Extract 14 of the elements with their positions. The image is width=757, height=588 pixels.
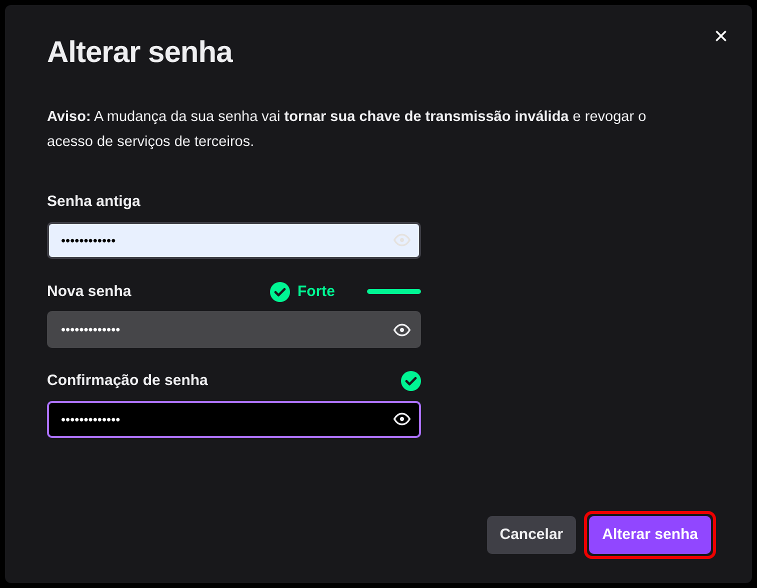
dialog-title: Alterar senha (47, 35, 234, 71)
password-field[interactable]: ••••••••••••• (47, 400, 421, 438)
eye-icon[interactable] (393, 410, 411, 428)
password-field[interactable]: •••••••••••• (47, 222, 421, 258)
close-button[interactable]: × (708, 23, 734, 51)
change-password-button[interactable]: Alterar senha (589, 516, 711, 554)
strength-text: Forte (298, 282, 335, 302)
field-label: Confirmação de senha (47, 371, 208, 391)
field-label: Senha antiga (47, 192, 140, 212)
eye-icon[interactable] (393, 320, 411, 338)
field-label: Nova senha (47, 282, 132, 302)
password-field[interactable]: ••••••••••••• (47, 311, 421, 348)
cancel-button[interactable]: Cancelar (486, 516, 576, 554)
warning-text: Aviso: A mudança da sua senha vai tornar sua chave de transmissão inválida e revogar o acesso de serviços de terceiros. (47, 108, 648, 152)
